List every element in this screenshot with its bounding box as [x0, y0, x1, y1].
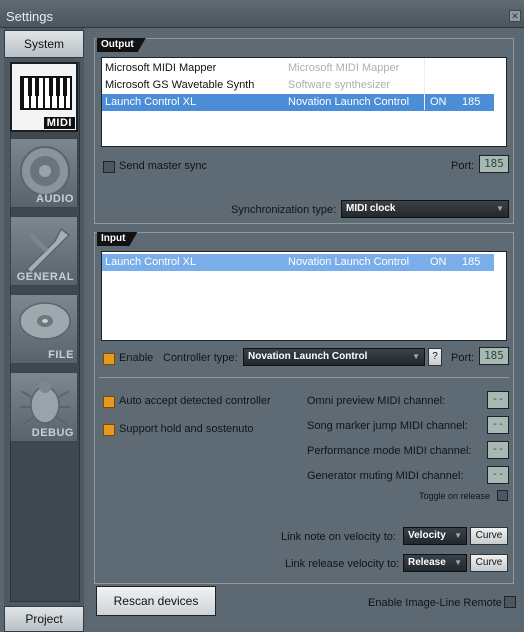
sync-type-dropdown[interactable]: MIDI clock ▼ [341, 200, 509, 218]
rescan-devices-button[interactable]: Rescan devices [96, 586, 216, 616]
output-section: Output Microsoft MIDI Mapper Microsoft M… [94, 38, 514, 224]
enable-label: Enable [119, 352, 154, 364]
device-status: ON [430, 256, 447, 268]
wrench-icon [25, 227, 71, 275]
output-device-row[interactable]: Microsoft GS Wavetable Synth Software sy… [102, 77, 506, 94]
link-note-velocity-value: Velocity [408, 530, 446, 541]
device-driver: Novation Launch Control [288, 256, 410, 268]
controller-type-dropdown[interactable]: Novation Launch Control ▼ [243, 348, 425, 366]
sidebar-item-audio[interactable]: AUDIO [10, 138, 78, 208]
performance-channel-label: Performance mode MIDI channel: [307, 445, 472, 457]
controller-type-label: Controller type: [163, 352, 238, 364]
output-device-list[interactable]: Microsoft MIDI Mapper Microsoft MIDI Map… [101, 57, 507, 147]
sidebar-item-label: DEBUG [31, 427, 74, 439]
support-hold-checkbox[interactable] [103, 424, 115, 436]
disc-icon [19, 302, 71, 340]
piano-keys-icon [20, 76, 72, 110]
sidebar-item-label: GENERAL [16, 271, 74, 283]
device-port: 185 [462, 256, 481, 268]
toggle-on-release-label: Toggle on release [419, 491, 491, 501]
output-port-label: Port: [451, 160, 475, 172]
input-device-row[interactable]: Launch Control XL Novation Launch Contro… [102, 254, 494, 271]
omni-channel-label: Omni preview MIDI channel: [307, 395, 446, 407]
sync-type-value: MIDI clock [346, 203, 396, 214]
close-button[interactable]: ✕ [509, 10, 521, 22]
sidebar-item-general[interactable]: GENERAL [10, 216, 78, 286]
send-master-sync-label: Send master sync [119, 160, 208, 172]
generator-channel-label: Generator muting MIDI channel: [307, 470, 464, 482]
auto-accept-checkbox[interactable] [103, 396, 115, 408]
output-header: Output [97, 38, 146, 52]
device-name: Launch Control XL [105, 96, 197, 108]
link-note-velocity-label: Link note on velocity to: [281, 531, 396, 543]
performance-channel-field[interactable]: -- [487, 441, 509, 459]
tab-project[interactable]: Project [4, 606, 84, 632]
sidebar-item-midi[interactable]: MIDI [10, 62, 78, 132]
chevron-down-icon: ▼ [454, 558, 462, 567]
sidebar-item-file[interactable]: FILE [10, 294, 78, 364]
device-name: Launch Control XL [105, 256, 197, 268]
device-driver: Microsoft MIDI Mapper [288, 62, 400, 74]
title-bar: Settings ✕ [0, 0, 524, 28]
support-hold-label: Support hold and sostenuto [119, 423, 254, 435]
link-note-velocity-dropdown[interactable]: Velocity ▼ [403, 527, 467, 545]
send-master-sync-checkbox[interactable] [103, 161, 115, 173]
input-header: Input [97, 232, 137, 246]
song-marker-channel-field[interactable]: -- [487, 416, 509, 434]
input-port-label: Port: [451, 352, 475, 364]
sync-type-label: Synchronization type: [231, 204, 337, 216]
auto-accept-label: Auto accept detected controller [119, 395, 271, 407]
speaker-icon [20, 146, 70, 196]
device-name: Microsoft GS Wavetable Synth [105, 79, 255, 91]
sidebar-item-label: AUDIO [36, 193, 74, 205]
help-button[interactable]: ? [428, 348, 442, 366]
output-device-row[interactable]: Launch Control XL Novation Launch Contro… [102, 94, 494, 111]
device-name: Microsoft MIDI Mapper [105, 62, 217, 74]
release-curve-button[interactable]: Curve [470, 554, 508, 572]
device-driver: Software synthesizer [288, 79, 391, 91]
settings-panel: Output Microsoft MIDI Mapper Microsoft M… [88, 32, 520, 628]
enable-checkbox[interactable] [103, 353, 115, 365]
device-port: 185 [462, 96, 481, 108]
chevron-down-icon: ▼ [496, 204, 504, 213]
link-release-velocity-dropdown[interactable]: Release ▼ [403, 554, 467, 572]
note-curve-button[interactable]: Curve [470, 527, 508, 545]
device-driver: Novation Launch Control [288, 96, 410, 108]
tab-system[interactable]: System [4, 30, 84, 58]
divider [99, 377, 509, 378]
sidebar-item-debug[interactable]: DEBUG [10, 372, 78, 442]
input-port-field[interactable]: 185 [479, 347, 509, 365]
song-marker-channel-label: Song marker jump MIDI channel: [307, 420, 468, 432]
generator-channel-field[interactable]: -- [487, 466, 509, 484]
toggle-on-release-checkbox[interactable] [497, 490, 508, 501]
enable-remote-label: Enable Image-Line Remote [368, 597, 502, 609]
sidebar: System MIDI AUDIO GENERAL FILE DEBUG Pro… [4, 28, 84, 632]
output-device-row[interactable]: Microsoft MIDI Mapper Microsoft MIDI Map… [102, 60, 506, 77]
output-port-field[interactable]: 185 [479, 155, 509, 173]
device-status: ON [430, 96, 447, 108]
bug-icon [20, 381, 70, 426]
sidebar-item-label: FILE [48, 349, 74, 361]
input-device-list[interactable]: Launch Control XL Novation Launch Contro… [101, 251, 507, 341]
link-release-velocity-label: Link release velocity to: [285, 558, 400, 570]
link-release-velocity-value: Release [408, 557, 446, 568]
input-section: Input Launch Control XL Novation Launch … [94, 232, 514, 584]
enable-remote-checkbox[interactable] [504, 596, 516, 608]
window-title: Settings [6, 9, 53, 24]
chevron-down-icon: ▼ [412, 352, 420, 361]
chevron-down-icon: ▼ [454, 531, 462, 540]
sidebar-item-label: MIDI [43, 117, 75, 129]
omni-channel-field[interactable]: -- [487, 391, 509, 409]
controller-type-value: Novation Launch Control [248, 351, 368, 362]
column-divider [424, 58, 425, 110]
